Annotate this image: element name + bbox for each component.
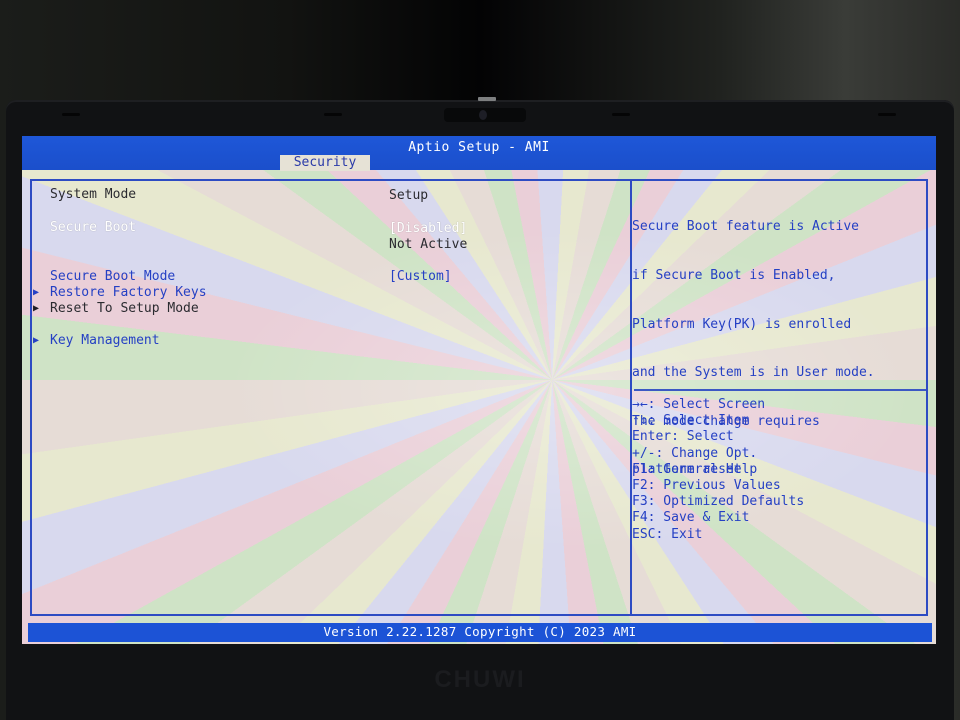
secure-boot-status: Not Active xyxy=(389,237,468,252)
help-line: if Secure Boot is Enabled, xyxy=(632,268,836,284)
version-text: Version 2.22.1287 Copyright (C) 2023 AMI xyxy=(323,624,637,639)
key-hint-select-item: ↑↓: Select Item xyxy=(632,413,750,429)
bezel-mark xyxy=(62,113,80,116)
bezel-mark xyxy=(324,113,342,116)
secure-boot-value[interactable]: [Disabled] xyxy=(389,221,467,237)
reset-to-setup-mode-item[interactable]: Reset To Setup Mode xyxy=(50,301,199,317)
camera-shutter-tab xyxy=(478,97,496,101)
secure-boot-mode-label[interactable]: Secure Boot Mode xyxy=(50,269,175,285)
key-hint-select-screen: →←: Select Screen xyxy=(632,397,766,412)
restore-factory-keys-item[interactable]: Restore Factory Keys xyxy=(50,285,207,301)
footer-bar: Version 2.22.1287 Copyright (C) 2023 AMI xyxy=(28,623,932,642)
key-hint-change-opt: +/-: Change Opt. xyxy=(632,445,758,461)
help-line: and the System is in User mode. xyxy=(632,365,875,381)
tab-security[interactable]: Security xyxy=(280,155,370,171)
secure-boot-mode-value[interactable]: [Custom] xyxy=(389,269,452,285)
brand-logo: CHUWI xyxy=(434,666,526,693)
webcam-icon xyxy=(479,110,487,120)
key-hint-save-exit: F4: Save & Exit xyxy=(632,510,750,526)
title-bar: Aptio Setup - AMI xyxy=(22,136,936,170)
secure-boot-label[interactable]: Secure Boot xyxy=(50,220,136,236)
key-hint-enter: Enter: Select xyxy=(632,429,734,445)
key-hint-optimized-defaults: F3: Optimized Defaults xyxy=(632,494,805,510)
app-title: Aptio Setup - AMI xyxy=(408,140,550,155)
key-legend: →←: Select Screen ↑↓: Select Item Enter:… xyxy=(632,397,804,543)
bezel-mark xyxy=(878,113,896,116)
bezel-mark xyxy=(612,113,630,116)
system-mode-value: Setup xyxy=(389,188,429,203)
submenu-arrow-icon: ▶ xyxy=(33,303,40,314)
submenu-arrow-icon: ▶ xyxy=(33,335,40,346)
key-hint-previous-values: F2: Previous Values xyxy=(632,478,781,494)
submenu-arrow-icon: ▶ xyxy=(33,287,40,298)
key-hint-general-help: F1: General Help xyxy=(632,461,758,477)
key-hint-exit: ESC: Exit xyxy=(632,526,703,542)
key-management-item[interactable]: Key Management xyxy=(50,333,160,349)
help-line: Platform Key(PK) is enrolled xyxy=(632,316,852,332)
bios-screen: Aptio Setup - AMI Security System Mode S… xyxy=(22,136,936,644)
system-mode-label: System Mode xyxy=(50,187,137,202)
help-line: Secure Boot feature is Active xyxy=(632,219,859,235)
